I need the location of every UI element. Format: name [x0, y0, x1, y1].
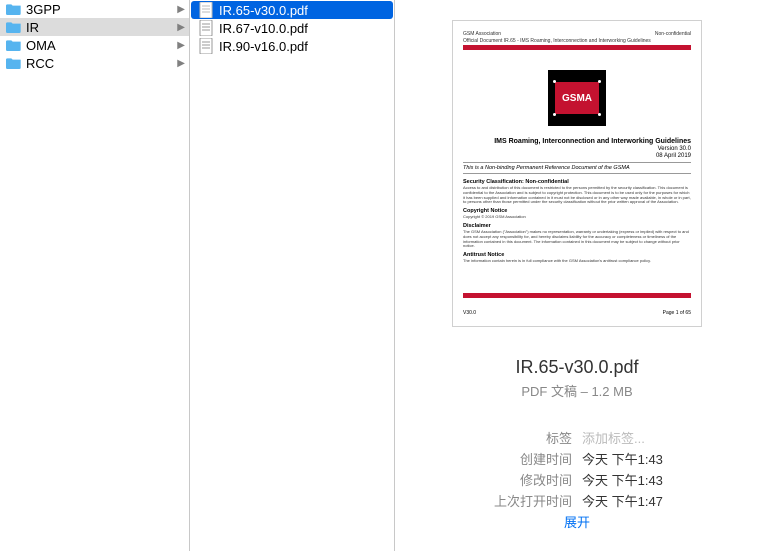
file-row[interactable]: IR.65-v30.0.pdf — [191, 1, 393, 19]
folder-icon — [6, 2, 22, 16]
file-label: IR.90-v16.0.pdf — [219, 39, 308, 54]
preview-title: IMS Roaming, Interconnection and Interwo… — [463, 138, 691, 145]
folder-label: RCC — [26, 56, 177, 71]
preview-body: The GSM Association ("Association") make… — [463, 230, 691, 249]
gsma-logo: GSMA — [548, 70, 606, 126]
file-label: IR.65-v30.0.pdf — [219, 3, 308, 18]
pdf-icon — [199, 2, 213, 18]
folder-label: OMA — [26, 38, 177, 53]
created-label: 创建时间 — [491, 449, 572, 468]
preview-body: Copyright © 2019 GSM Association — [463, 215, 691, 220]
lastopen-label: 上次打开时间 — [491, 491, 572, 510]
chevron-right-icon: ▶ — [177, 58, 185, 69]
chevron-right-icon: ▶ — [177, 4, 185, 15]
chevron-right-icon: ▶ — [177, 22, 185, 33]
folder-oma[interactable]: OMA ▶ — [0, 36, 189, 54]
detail-filename: IR.65-v30.0.pdf — [491, 357, 663, 378]
file-row[interactable]: IR.67-v10.0.pdf — [191, 19, 393, 37]
folder-label: 3GPP — [26, 2, 177, 17]
file-label: IR.67-v10.0.pdf — [219, 21, 308, 36]
preview-footer: V30.0 Page 1 of 65 — [463, 310, 691, 316]
expand-link[interactable]: 展开 — [491, 512, 663, 531]
file-column: IR.65-v30.0.pdf IR.67-v10.0.pdf IR.90-v1… — [190, 0, 395, 551]
preview-version: Version 30.0 — [463, 146, 691, 152]
folder-column: 3GPP ▶ IR ▶ OMA ▶ RCC ▶ — [0, 0, 190, 551]
preview-column: GSM Association Non-confidential Officia… — [395, 0, 759, 551]
preview-date: 08 April 2019 — [463, 153, 691, 159]
folder-3gpp[interactable]: 3GPP ▶ — [0, 0, 189, 18]
lastopen-value: 今天 下午1:47 — [582, 491, 663, 510]
preview-nonbinding: This is a Non-binding Permanent Referenc… — [463, 165, 691, 171]
folder-icon — [6, 56, 22, 70]
chevron-right-icon: ▶ — [177, 40, 185, 51]
file-row[interactable]: IR.90-v16.0.pdf — [191, 37, 393, 55]
pdf-icon — [199, 20, 213, 36]
preview-subheader: Official Document IR.65 - IMS Roaming, I… — [463, 38, 691, 44]
document-preview[interactable]: GSM Association Non-confidential Officia… — [452, 20, 702, 327]
folder-rcc[interactable]: RCC ▶ — [0, 54, 189, 72]
preview-red-bar — [463, 293, 691, 298]
tag-input[interactable]: 添加标签... — [582, 428, 663, 447]
folder-label: IR — [26, 20, 177, 35]
tag-label: 标签 — [491, 428, 572, 447]
modified-label: 修改时间 — [491, 470, 572, 489]
pdf-icon — [199, 38, 213, 54]
folder-icon — [6, 20, 22, 34]
folder-icon — [6, 38, 22, 52]
created-value: 今天 下午1:43 — [582, 449, 663, 468]
preview-red-bar — [463, 45, 691, 50]
preview-body: Access to and distribution of this docum… — [463, 186, 691, 205]
modified-value: 今天 下午1:43 — [582, 470, 663, 489]
file-details: IR.65-v30.0.pdf PDF 文稿 – 1.2 MB 标签 添加标签.… — [491, 357, 663, 531]
detail-meta: PDF 文稿 – 1.2 MB — [491, 381, 663, 400]
folder-ir[interactable]: IR ▶ — [0, 18, 189, 36]
preview-header: GSM Association Non-confidential — [463, 31, 691, 37]
